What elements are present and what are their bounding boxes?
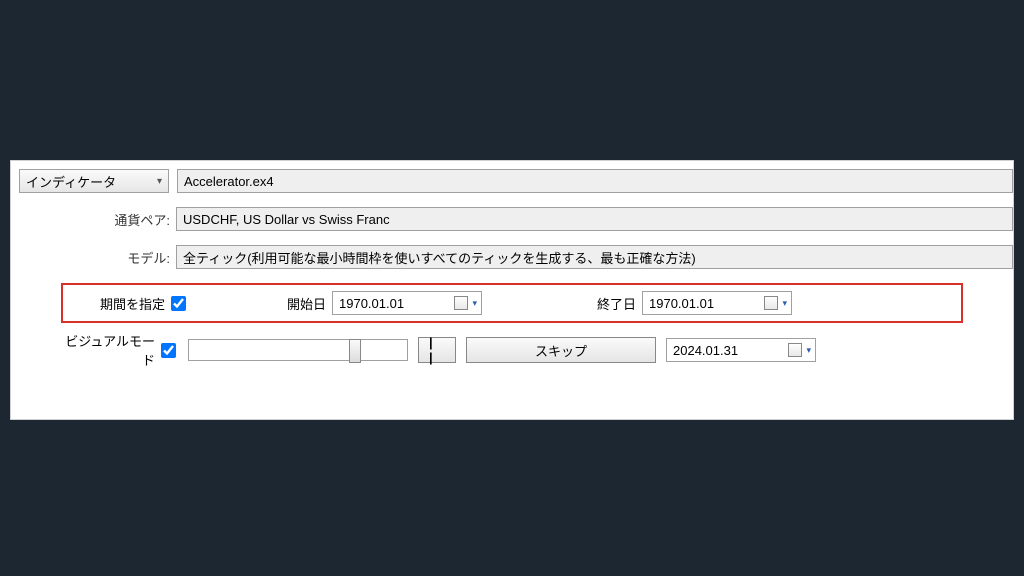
calendar-icon [764,296,778,310]
pause-icon: | | [429,335,445,365]
pair-row: 通貨ペア: USDCHF, US Dollar vs Swiss Franc [11,203,1013,235]
skip-to-date-value: 2024.01.31 [673,343,788,358]
slider-thumb[interactable] [349,339,361,363]
start-date-label: 開始日 [282,294,332,313]
end-date-picker[interactable]: 1970.01.01 ▾ [642,291,792,315]
chevron-down-icon: ▾ [782,298,787,309]
period-checkbox[interactable] [171,296,186,311]
indicator-file-field[interactable]: Accelerator.ex4 [177,169,1013,193]
skip-button[interactable]: スキップ [466,337,656,363]
visual-mode-checkbox[interactable] [161,343,176,358]
pair-select[interactable]: USDCHF, US Dollar vs Swiss Franc [176,207,1013,231]
model-value: 全ティック(利用可能な最小時間枠を使いすべてのティックを生成する、最も正確な方法… [183,248,696,267]
pair-value: USDCHF, US Dollar vs Swiss Franc [183,212,390,227]
calendar-icon [788,343,802,357]
chevron-down-icon: ▾ [472,298,477,309]
pair-label: 通貨ペア: [11,210,176,229]
indicator-type-select[interactable]: インディケータ ▾ [19,169,169,193]
pause-button[interactable]: | | [418,337,456,363]
tester-panel: インディケータ ▾ Accelerator.ex4 通貨ペア: USDCHF, … [10,160,1014,420]
speed-slider[interactable] [188,339,408,361]
skip-label: スキップ [535,341,587,360]
visual-mode-label: ビジュアルモード [61,331,161,369]
chevron-down-icon: ▾ [149,176,162,187]
calendar-icon [454,296,468,310]
model-label: モデル: [11,248,176,267]
indicator-row: インディケータ ▾ Accelerator.ex4 [11,165,1013,197]
visual-mode-row: ビジュアルモード | | スキップ 2024.01.31 ▾ [61,331,963,369]
skip-to-date-picker[interactable]: 2024.01.31 ▾ [666,338,816,362]
model-select[interactable]: 全ティック(利用可能な最小時間枠を使いすべてのティックを生成する、最も正確な方法… [176,245,1013,269]
model-row: モデル: 全ティック(利用可能な最小時間枠を使いすべてのティックを生成する、最も… [11,241,1013,273]
indicator-file-value: Accelerator.ex4 [184,174,274,189]
start-date-picker[interactable]: 1970.01.01 ▾ [332,291,482,315]
indicator-type-label: インディケータ [26,172,116,191]
chevron-down-icon: ▾ [806,345,811,356]
end-date-label: 終了日 [592,294,642,313]
end-date-value: 1970.01.01 [649,296,764,311]
period-label: 期間を指定 [71,294,171,313]
date-range-highlight: 期間を指定 開始日 1970.01.01 ▾ 終了日 1970.01.01 ▾ [61,283,963,323]
start-date-value: 1970.01.01 [339,296,454,311]
